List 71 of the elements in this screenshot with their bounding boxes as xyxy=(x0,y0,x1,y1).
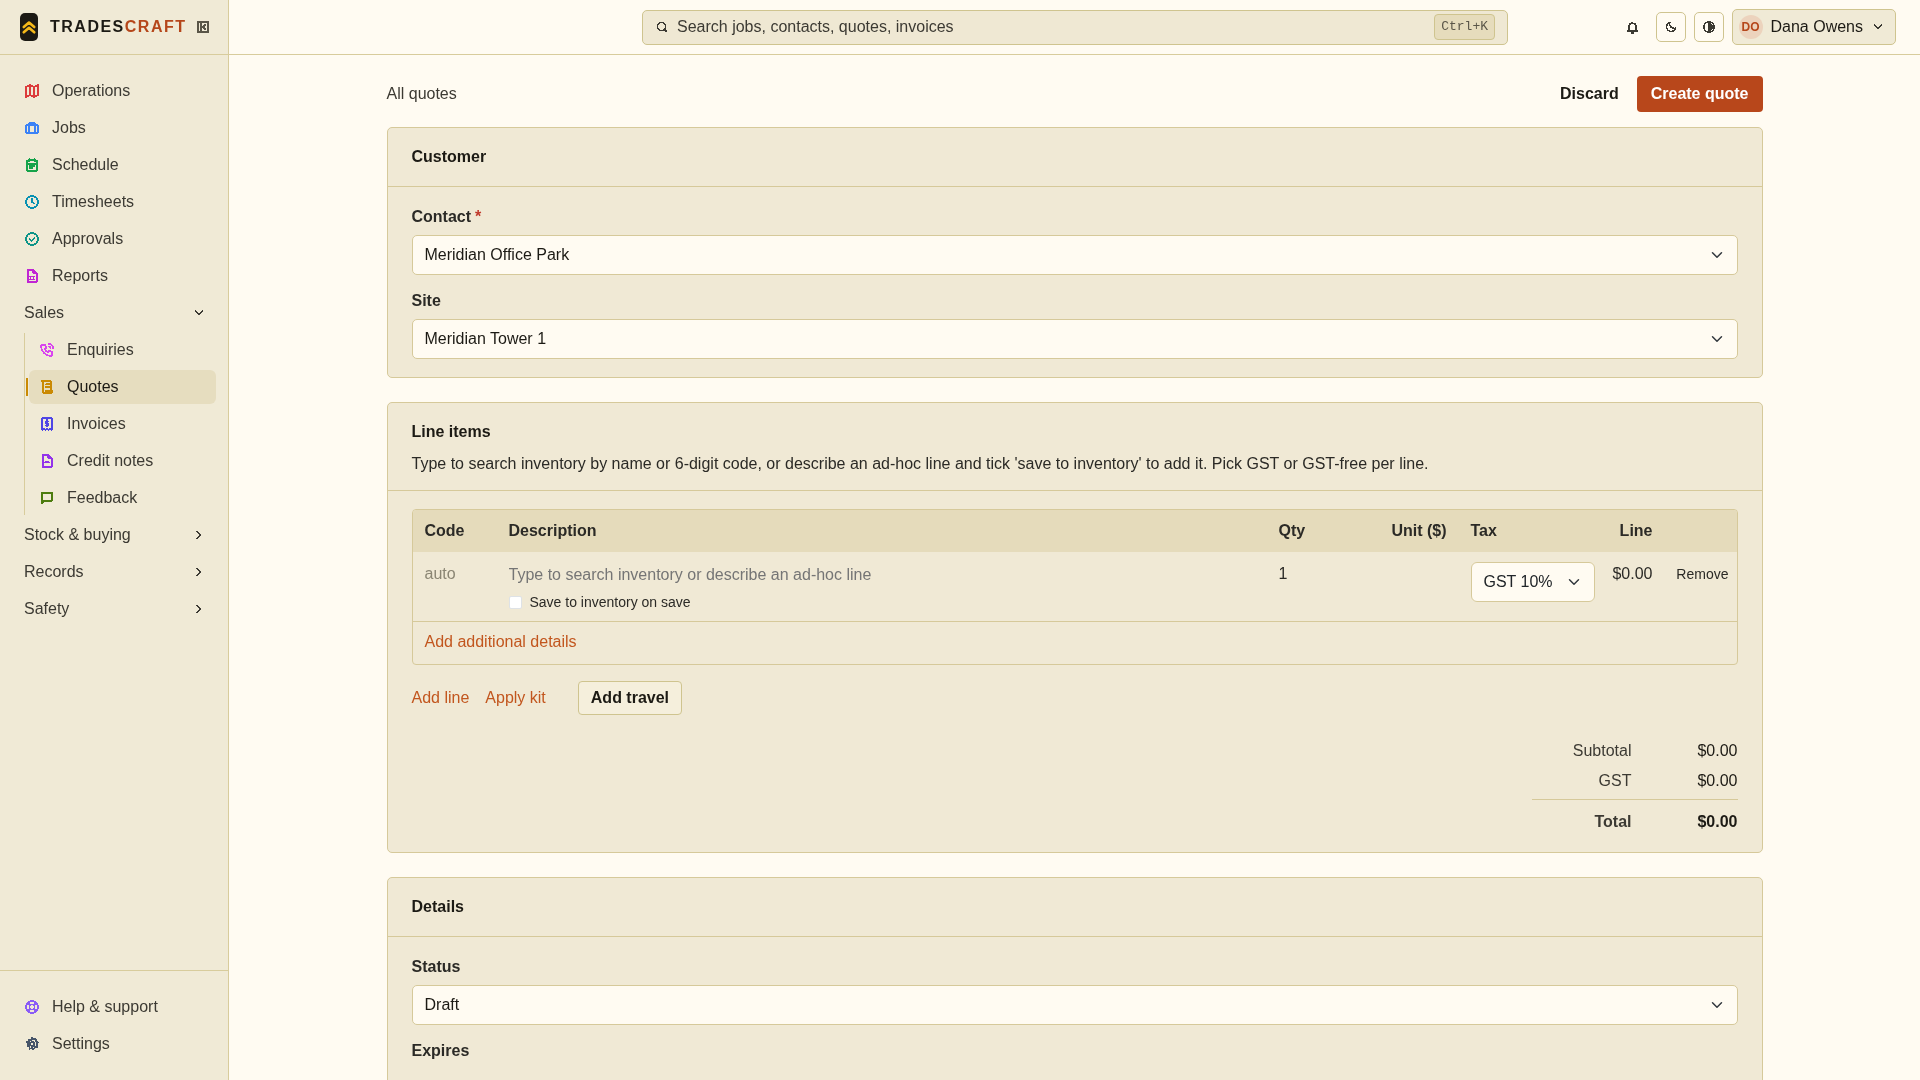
theme-toggle-button[interactable] xyxy=(1655,12,1686,42)
field-label: Expires xyxy=(411,1041,471,1061)
total-value: $0.00 xyxy=(1696,741,1738,761)
bell-icon xyxy=(1625,19,1640,35)
add-details-link[interactable]: Add additional details xyxy=(424,633,577,650)
total-label: GST xyxy=(1597,771,1632,791)
shortcut-hint: Ctrl+K xyxy=(1434,14,1495,40)
discard-button[interactable]: Discard xyxy=(1550,76,1629,112)
brand-name: TRADES xyxy=(50,17,125,37)
column-header: Description xyxy=(508,521,598,541)
field-label: Status xyxy=(411,957,461,977)
sidebar-item[interactable]: Operations xyxy=(14,74,216,108)
sidebar-item[interactable]: Invoices xyxy=(29,407,216,441)
column-header: Code xyxy=(423,521,466,541)
section-title: Details xyxy=(411,897,465,917)
table-cell-text: auto xyxy=(423,564,457,584)
section-description: Type to search inventory by name or 6-digit code, or describe an ad-hoc line and tick 'save to inventory' to add it. Pick GST or GST-free per line. xyxy=(411,454,1430,474)
column-header: Tax xyxy=(1469,521,1498,541)
table-cell-text: 1 xyxy=(1278,564,1289,584)
action-link[interactable]: Apply kit xyxy=(485,686,546,710)
total-value: $0.00 xyxy=(1696,771,1738,791)
total-label: Total xyxy=(1593,812,1632,832)
sidebar-item[interactable]: Credit notes xyxy=(29,444,216,478)
tax-select[interactable]: GST 10% xyxy=(1470,562,1595,602)
search-icon xyxy=(655,20,669,34)
user-menu-button[interactable]: DO Dana Owens xyxy=(1731,9,1896,45)
sidebar-item[interactable]: Approvals xyxy=(14,222,216,256)
required-mark: * xyxy=(475,207,482,227)
sidebar-group[interactable]: Sales xyxy=(14,296,216,330)
sidebar-group[interactable]: Records xyxy=(14,555,216,589)
total-value: $0.00 xyxy=(1696,812,1738,832)
search-field[interactable]: Search jobs, contacts, quotes, invoices Ctrl+K xyxy=(642,9,1508,45)
breadcrumb-link[interactable]: All quotes xyxy=(386,82,457,106)
column-header: Line xyxy=(1618,521,1653,541)
create-button[interactable]: Create quote xyxy=(1636,76,1763,112)
search-placeholder: Search jobs, contacts, quotes, invoices xyxy=(677,17,955,37)
avatar: DO xyxy=(1738,15,1763,39)
section-title: Line items xyxy=(411,422,492,442)
select-field[interactable]: Meridian Office Park xyxy=(411,235,1738,275)
section-title: Customer xyxy=(411,147,488,167)
sidebar-item[interactable]: Settings xyxy=(14,1027,216,1061)
field-label: Site xyxy=(411,291,441,311)
action-link[interactable]: Add line xyxy=(411,686,470,710)
remove-button[interactable]: Remove xyxy=(1676,564,1729,585)
sidebar-group[interactable]: Safety xyxy=(14,592,216,626)
checkbox[interactable] xyxy=(508,596,522,609)
sidebar-item[interactable]: Feedback xyxy=(29,481,216,515)
description-input[interactable]: Type to search inventory or describe an ad-hoc line xyxy=(508,562,969,588)
add-travel-button[interactable]: Add travel xyxy=(577,681,683,715)
sidebar-item[interactable]: Help & support xyxy=(14,990,216,1024)
brand-name: CRAFT xyxy=(124,17,187,37)
contrast-button[interactable] xyxy=(1693,12,1724,42)
sidebar-item[interactable]: Schedule xyxy=(14,148,216,182)
logo-icon xyxy=(20,13,38,41)
select-field[interactable]: Meridian Tower 1 xyxy=(411,319,1738,359)
select-field[interactable]: Draft xyxy=(411,985,1738,1025)
table-cell-text: $0.00 xyxy=(1611,564,1653,584)
sidebar-item[interactable]: Timesheets xyxy=(14,185,216,219)
column-header: Qty xyxy=(1278,521,1307,541)
moon-icon xyxy=(1663,20,1678,34)
sidebar-collapse-icon xyxy=(194,19,211,35)
sidebar-item[interactable]: Reports xyxy=(14,259,216,293)
sidebar-item[interactable]: Enquiries xyxy=(29,333,216,367)
field-label: Contact xyxy=(411,207,472,227)
sidebar-item[interactable]: Quotes xyxy=(29,370,216,404)
column-header: Unit ($) xyxy=(1390,521,1447,541)
half-circle-icon xyxy=(1701,20,1716,34)
total-label: Subtotal xyxy=(1571,741,1632,761)
sidebar-group[interactable]: Stock & buying xyxy=(14,518,216,552)
sidebar-item[interactable]: Jobs xyxy=(14,111,216,145)
checkbox-label: Save to inventory on save xyxy=(529,593,691,612)
